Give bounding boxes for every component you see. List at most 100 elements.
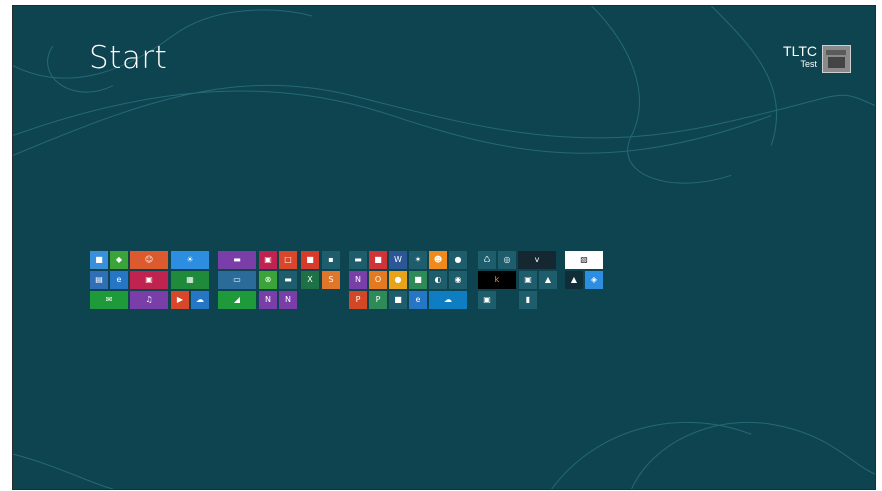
cloud-icon: ☁ (196, 295, 204, 304)
recycle-bin-tile[interactable]: ♺ (478, 251, 496, 269)
remote-icon: □ (284, 255, 292, 264)
vimeo-icon: v (534, 255, 540, 264)
calculator-icon: ▦ (186, 275, 194, 284)
music-tile[interactable]: ♫ (130, 291, 168, 309)
headphones-icon: ♫ (145, 295, 153, 304)
app-icon: ■ (414, 275, 422, 284)
camera-icon: ▣ (264, 255, 272, 264)
mail-tile[interactable]: ✉ (90, 291, 128, 309)
outlook-icon: O (374, 275, 382, 284)
messaging-tile[interactable]: ▬ (218, 251, 256, 269)
video-tile[interactable]: ▶ (171, 291, 189, 309)
app-tile-13[interactable]: ▲ (565, 271, 583, 289)
image-icon: ▧ (580, 255, 588, 264)
app-tile-11[interactable]: ◉ (449, 271, 467, 289)
user-name: TLTC (783, 43, 817, 59)
powerpoint-tile[interactable]: P (349, 291, 367, 309)
user-account[interactable]: TLTC Test (783, 43, 851, 73)
cloud-icon: ☁ (444, 295, 452, 304)
store-icon: ■ (95, 255, 103, 264)
games-tile[interactable]: ◆ (110, 251, 128, 269)
compass-icon: ◉ (454, 275, 462, 284)
outlook-tile[interactable]: O (369, 271, 387, 289)
mail-icon: ✉ (105, 295, 113, 304)
app-icon: ◐ (434, 275, 442, 284)
app-tile-3[interactable]: ▬ (349, 251, 367, 269)
app-icon: ◈ (590, 275, 598, 284)
avatar[interactable] (822, 45, 851, 73)
app-icon: ▬ (354, 255, 362, 264)
skydrive-tile[interactable]: ☁ (191, 291, 209, 309)
skydrive-wide-tile[interactable]: ☁ (429, 291, 467, 309)
onenote-tile-2[interactable]: N (259, 291, 277, 309)
drive-tile[interactable]: ▲ (539, 271, 557, 289)
word-icon: W (394, 255, 402, 264)
app-tile-17[interactable]: ▮ (519, 291, 537, 309)
app-tile-14[interactable]: ◈ (585, 271, 603, 289)
news-tile[interactable]: ▤ (90, 271, 108, 289)
onenote-icon: N (265, 295, 271, 304)
app-icon: ■ (374, 255, 382, 264)
person-icon: ☻ (433, 255, 443, 264)
desktop-icon: ▭ (233, 275, 241, 284)
gamepad-icon: ◆ (115, 255, 123, 264)
onenote-tile[interactable]: N (349, 271, 367, 289)
publisher-tile[interactable]: P (369, 291, 387, 309)
app-tile-1[interactable]: ■ (301, 251, 319, 269)
app-tile-15[interactable]: ■ (389, 291, 407, 309)
app-icon: ● (454, 255, 462, 264)
chrome-tile[interactable]: ◎ (498, 251, 516, 269)
xbox-tile[interactable]: ⊗ (259, 271, 277, 289)
app-tile-12[interactable]: ▣ (519, 271, 537, 289)
app-tile-16[interactable]: ▣ (478, 291, 496, 309)
kindle-tile[interactable]: k (478, 271, 516, 289)
app-tile-8[interactable]: ● (389, 271, 407, 289)
app-icon: ■ (306, 255, 314, 264)
people-tile[interactable]: ☺ (130, 251, 168, 269)
word-tile[interactable]: W (389, 251, 407, 269)
app-icon: ■ (394, 295, 402, 304)
app-tile-9[interactable]: ■ (409, 271, 427, 289)
app-tile-6[interactable]: ☻ (429, 251, 447, 269)
app-icon: ▣ (483, 295, 491, 304)
onenote-icon: N (355, 275, 361, 284)
excel-tile[interactable]: X (301, 271, 319, 289)
ie-tile[interactable]: e (110, 271, 128, 289)
photos-tile[interactable]: ▣ (130, 271, 168, 289)
weather-tile[interactable]: ☀ (171, 251, 209, 269)
recycle-bin-icon: ♺ (483, 255, 491, 264)
app-tile-10[interactable]: ◐ (429, 271, 447, 289)
app-tile-5[interactable]: ✶ (409, 251, 427, 269)
ie-icon: e (116, 275, 122, 284)
people-icon: ☺ (144, 255, 154, 264)
powerpoint-icon: P (355, 295, 361, 304)
page-title: Start (89, 40, 168, 76)
app-tile-2[interactable]: ▪ (322, 251, 340, 269)
app-tile-7[interactable]: ● (449, 251, 467, 269)
news-icon: ▤ (95, 275, 103, 284)
remote-desktop-tile[interactable]: □ (279, 251, 297, 269)
explorer-tile[interactable]: ▬ (279, 271, 297, 289)
app-icon: ▣ (524, 275, 532, 284)
finance-tile[interactable]: ◢ (218, 291, 256, 309)
image-tile[interactable]: ▧ (565, 251, 603, 269)
start-screen: Start TLTC Test ■ ◆ ☺ ☀ ▬ ▣ □ ■ ▪ ▬ ■ W ✶ ☻ ● ♺ ◎ v ▧ ▤ e ▣ ▦ ▭… (12, 5, 876, 490)
onenote-tile-3[interactable]: N (279, 291, 297, 309)
vimeo-tile[interactable]: v (518, 251, 556, 269)
ie-desktop-tile[interactable]: e (409, 291, 427, 309)
kindle-icon: k (494, 275, 500, 284)
app-icon: ▪ (328, 255, 334, 264)
sway-tile[interactable]: S (322, 271, 340, 289)
camera-tile[interactable]: ▣ (259, 251, 277, 269)
calculator-tile[interactable]: ▦ (171, 271, 209, 289)
folder-icon: ▬ (284, 275, 292, 284)
excel-icon: X (307, 275, 313, 284)
app-tile-4[interactable]: ■ (369, 251, 387, 269)
photo-icon: ▣ (145, 275, 153, 284)
desktop-tile[interactable]: ▭ (218, 271, 256, 289)
folder-icon: ▮ (525, 295, 531, 304)
store-tile[interactable]: ■ (90, 251, 108, 269)
app-icon: S (328, 275, 334, 284)
chart-icon: ◢ (233, 295, 241, 304)
hat-icon: ▲ (570, 275, 578, 284)
